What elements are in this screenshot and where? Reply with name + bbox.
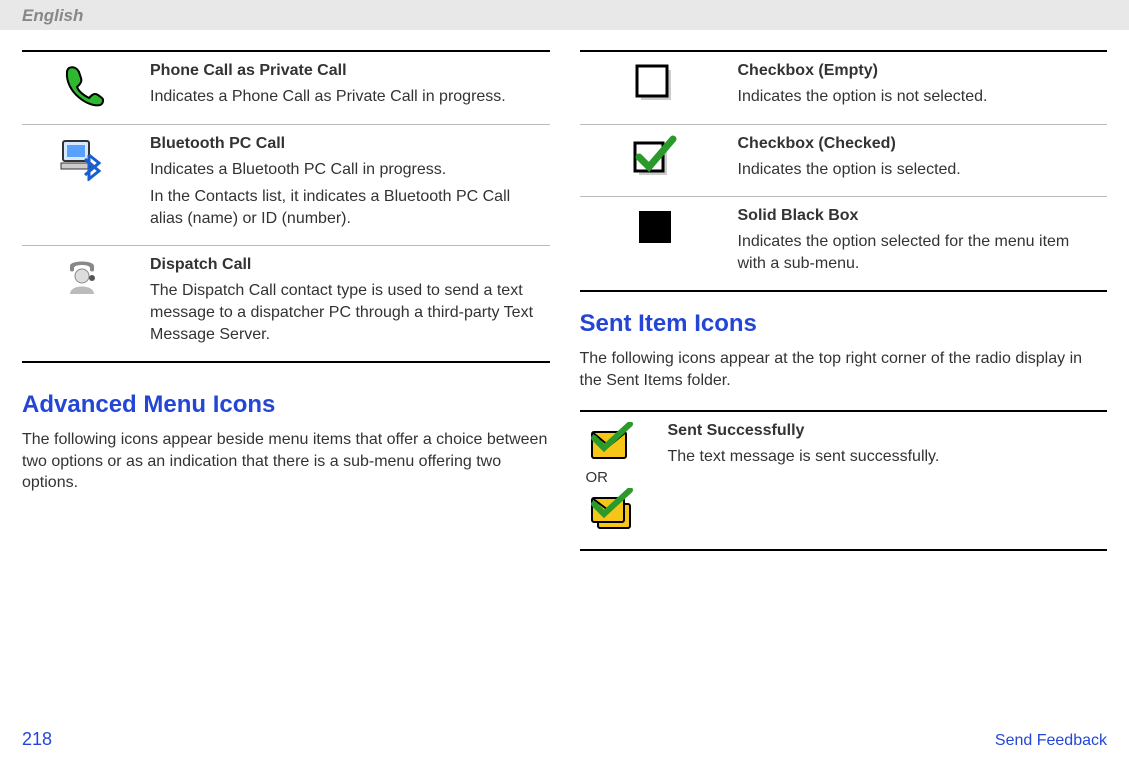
text-cell: Sent Successfully The text message is se… [660, 411, 1108, 550]
language-label: English [22, 6, 83, 25]
footer: 218 Send Feedback [22, 729, 1107, 750]
text-cell: Dispatch Call The Dispatch Call contact … [142, 246, 550, 362]
table-row: Bluetooth PC Call Indicates a Bluetooth … [22, 124, 550, 246]
call-icons-table: Phone Call as Private Call Indicates a P… [22, 50, 550, 363]
text-cell: Bluetooth PC Call Indicates a Bluetooth … [142, 124, 550, 246]
item-desc: Indicates the option selected for the me… [738, 231, 1100, 274]
icon-cell [22, 51, 142, 124]
item-title: Checkbox (Checked) [738, 135, 1100, 153]
sent-success-multi-icon [586, 488, 638, 539]
icon-cell [22, 246, 142, 362]
text-cell: Checkbox (Empty) Indicates the option is… [730, 51, 1108, 124]
text-cell: Phone Call as Private Call Indicates a P… [142, 51, 550, 124]
right-column: Checkbox (Empty) Indicates the option is… [580, 50, 1108, 551]
sent-item-icons-table: OR Sent Successfully The text message is… [580, 410, 1108, 551]
item-desc: In the Contacts list, it indicates a Blu… [150, 186, 542, 229]
item-desc: Indicates a Phone Call as Private Call i… [150, 86, 542, 108]
or-label: OR [586, 469, 652, 486]
text-cell: Solid Black Box Indicates the option sel… [730, 197, 1108, 292]
solid-black-box-icon [635, 207, 675, 252]
advanced-menu-intro: The following icons appear beside menu i… [22, 429, 550, 494]
item-title: Phone Call as Private Call [150, 62, 542, 80]
item-title: Solid Black Box [738, 207, 1100, 225]
sent-success-single-icon [586, 422, 634, 467]
checkbox-checked-icon [631, 135, 679, 184]
item-desc: The Dispatch Call contact type is used t… [150, 280, 542, 345]
header-bar: English [0, 0, 1129, 30]
icon-cell [580, 197, 730, 292]
table-row: OR Sent Successfully The text message is… [580, 411, 1108, 550]
item-title: Sent Successfully [668, 422, 1100, 440]
advanced-menu-icons-heading: Advanced Menu Icons [22, 391, 550, 419]
checkbox-empty-icon [633, 62, 677, 111]
table-row: Dispatch Call The Dispatch Call contact … [22, 246, 550, 362]
item-desc: The text message is sent successfully. [668, 446, 1100, 468]
sent-item-icons-heading: Sent Item Icons [580, 310, 1108, 338]
left-column: Phone Call as Private Call Indicates a P… [22, 50, 550, 551]
content: Phone Call as Private Call Indicates a P… [0, 30, 1129, 551]
table-row: Phone Call as Private Call Indicates a P… [22, 51, 550, 124]
item-title: Dispatch Call [150, 256, 542, 274]
icon-cell [580, 124, 730, 197]
table-row: Checkbox (Empty) Indicates the option is… [580, 51, 1108, 124]
send-feedback-link[interactable]: Send Feedback [995, 732, 1107, 750]
phone-private-call-icon [59, 62, 105, 113]
item-desc: Indicates the option is selected. [738, 159, 1100, 181]
menu-option-icons-table: Checkbox (Empty) Indicates the option is… [580, 50, 1108, 292]
table-row: Checkbox (Checked) Indicates the option … [580, 124, 1108, 197]
icon-cell [580, 51, 730, 124]
item-desc: Indicates the option is not selected. [738, 86, 1100, 108]
page-number: 218 [22, 729, 52, 750]
bluetooth-pc-call-icon [59, 135, 105, 186]
item-title: Bluetooth PC Call [150, 135, 542, 153]
icon-cell [22, 124, 142, 246]
sent-item-intro: The following icons appear at the top ri… [580, 348, 1108, 391]
text-cell: Checkbox (Checked) Indicates the option … [730, 124, 1108, 197]
item-title: Checkbox (Empty) [738, 62, 1100, 80]
dispatch-call-icon [62, 256, 102, 301]
icon-cell: OR [580, 411, 660, 550]
item-desc: Indicates a Bluetooth PC Call in progres… [150, 159, 542, 181]
table-row: Solid Black Box Indicates the option sel… [580, 197, 1108, 292]
